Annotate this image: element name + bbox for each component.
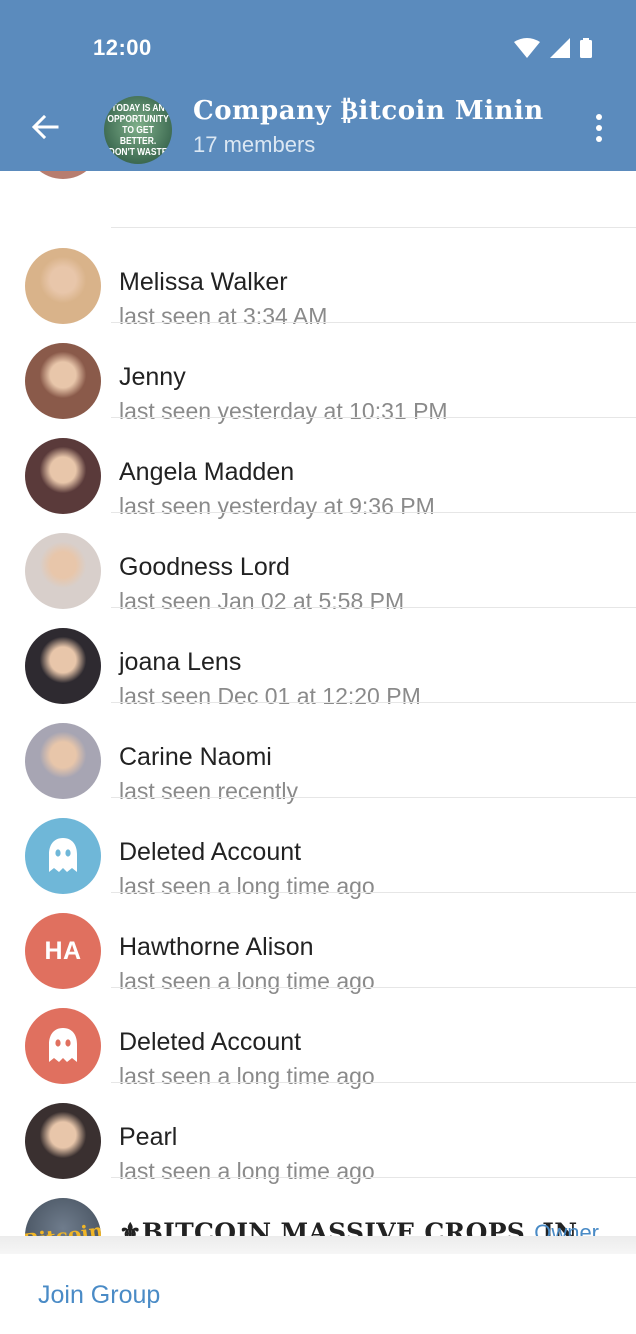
- member-name: Deleted Account: [119, 1028, 302, 1056]
- member-name: Carine Naomi: [119, 743, 272, 771]
- member-list: Melissa Walker last seen at 3:34 AM Jenny l…: [0, 103, 636, 1279]
- member-row[interactable]: Deleted Account last seen a long time ago: [0, 798, 636, 899]
- join-group-bar: Join Group: [0, 1236, 636, 1334]
- member-name: Angela Madden: [119, 458, 295, 486]
- member-row[interactable]: Pearl last seen a long time ago: [0, 1083, 636, 1184]
- member-row[interactable]: Carine Naomi last seen recently: [0, 703, 636, 804]
- member-name: Hawthorne Alison: [119, 933, 314, 961]
- member-name: Pearl: [119, 1123, 178, 1151]
- avatar: [25, 343, 101, 419]
- app-header: 12:00 TODAY IS AN OPPORTUNITY TO GET BET…: [0, 0, 636, 171]
- ghost-icon: [49, 1028, 77, 1062]
- member-row[interactable]: Melissa Walker last seen at 3:34 AM: [0, 228, 636, 329]
- member-row[interactable]: Goodness Lord last seen Jan 02 at 5:58 PM: [0, 513, 636, 614]
- avatar: [25, 1008, 101, 1084]
- member-name: Goodness Lord: [119, 553, 290, 581]
- member-row[interactable]: Angela Madden last seen yesterday at 9:36…: [0, 418, 636, 519]
- avatar: [25, 818, 101, 894]
- join-group-button[interactable]: Join Group: [38, 1281, 160, 1310]
- more-dot-icon: [596, 125, 602, 131]
- more-options-button[interactable]: [584, 106, 614, 150]
- member-name: Deleted Account: [119, 838, 302, 866]
- avatar-initials: HA: [44, 936, 82, 965]
- avatar: [25, 438, 101, 514]
- avatar: [25, 533, 101, 609]
- avatar: [25, 248, 101, 324]
- status-bar: 12:00: [0, 0, 636, 96]
- avatar: [25, 628, 101, 704]
- member-row[interactable]: HA Hawthorne Alison last seen a long time …: [0, 893, 636, 994]
- signal-icon: [550, 38, 570, 58]
- divider: [0, 1236, 636, 1254]
- member-name: joana Lens: [119, 648, 242, 676]
- more-dot-icon: [596, 136, 602, 142]
- member-row[interactable]: joana Lens last seen Dec 01 at 12:20 PM: [0, 608, 636, 709]
- avatar: HA: [25, 913, 101, 989]
- member-row[interactable]: Deleted Account last seen a long time ago: [0, 988, 636, 1089]
- more-dot-icon: [596, 114, 602, 120]
- avatar: [25, 1103, 101, 1179]
- group-title[interactable]: Company ₿itcoin Minin: [193, 96, 559, 130]
- member-name: Jenny: [119, 363, 186, 391]
- status-time: 12:00: [93, 35, 152, 60]
- group-avatar[interactable]: TODAY IS AN OPPORTUNITY TO GET BETTER. D…: [104, 96, 172, 164]
- status-icons: [514, 38, 592, 58]
- arrow-left-icon: [31, 115, 59, 139]
- back-button[interactable]: [22, 104, 68, 150]
- battery-icon: [580, 38, 592, 58]
- member-row[interactable]: Jenny last seen yesterday at 10:31 PM: [0, 323, 636, 424]
- join-bar: Join Group: [0, 1254, 636, 1334]
- member-name: Melissa Walker: [119, 268, 288, 296]
- group-avatar-text: TODAY IS AN OPPORTUNITY TO GET BETTER. D…: [107, 102, 169, 158]
- ghost-icon: [49, 838, 77, 872]
- avatar: [25, 723, 101, 799]
- member-count: 17 members: [193, 132, 316, 157]
- app-bar: TODAY IS AN OPPORTUNITY TO GET BETTER. D…: [0, 96, 636, 171]
- wifi-icon: [514, 38, 540, 58]
